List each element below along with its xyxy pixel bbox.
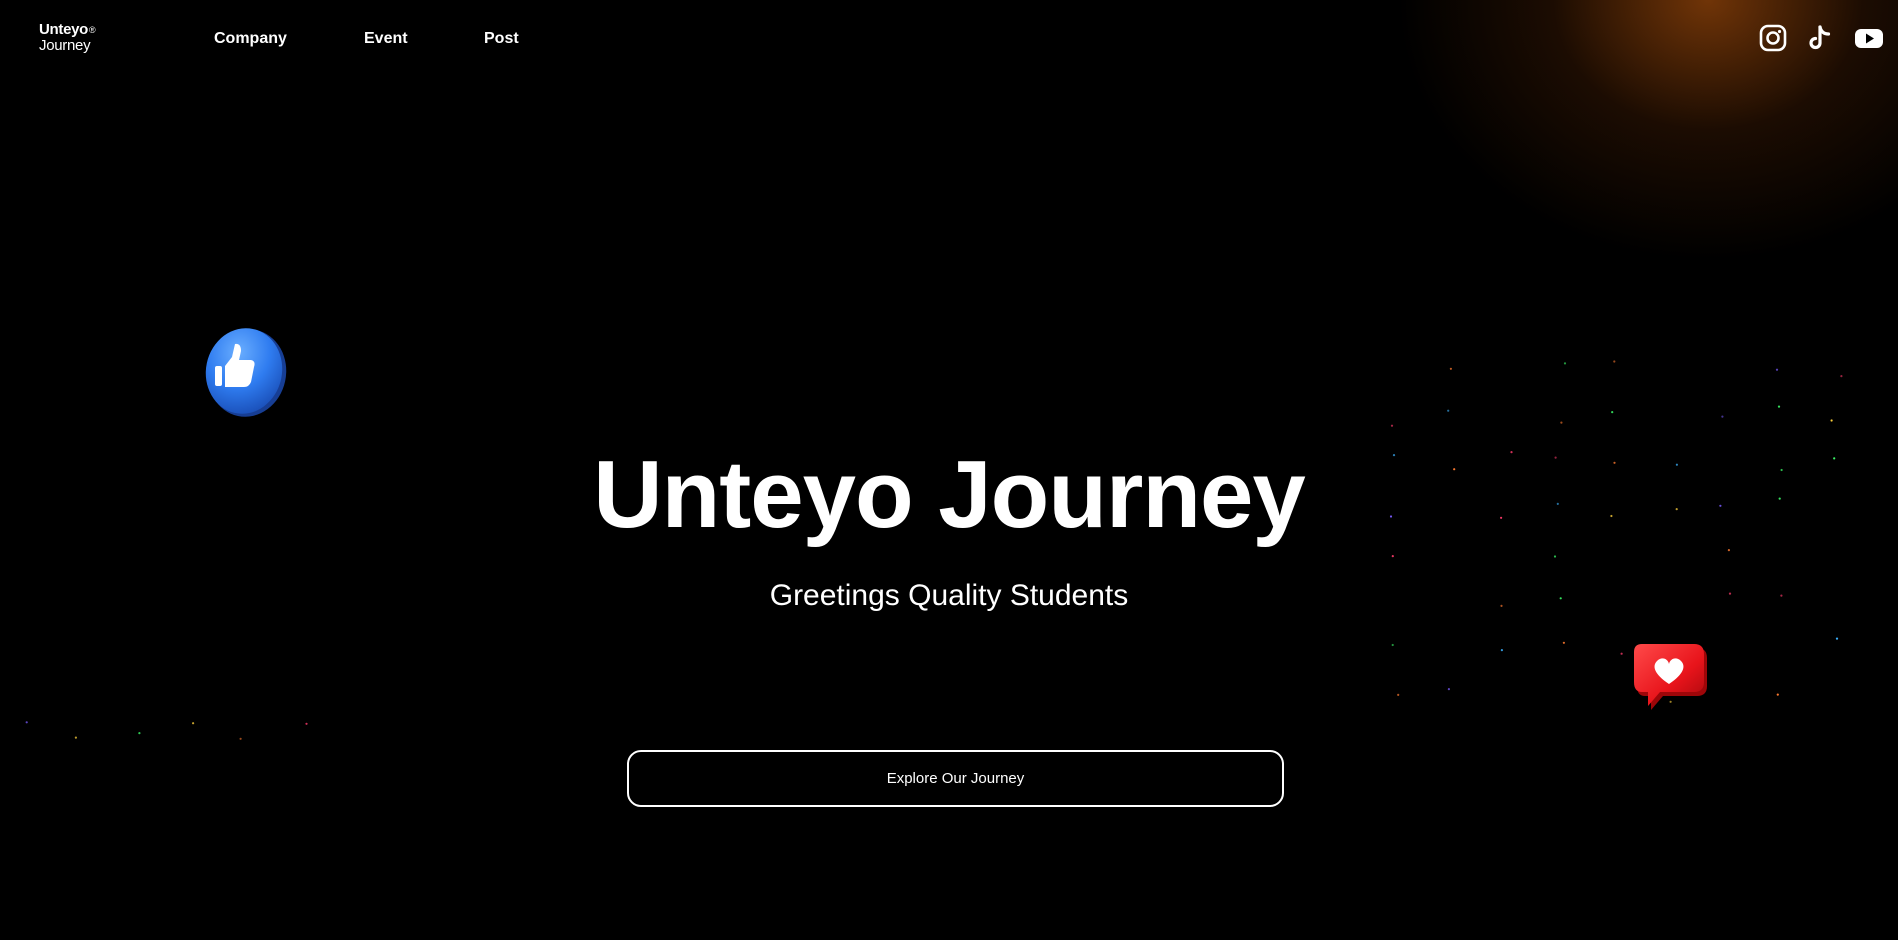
particle-dot [1775,368,1779,371]
particle-dot [192,722,195,725]
heart-icon [1624,640,1714,723]
particle-dot [74,736,77,739]
particle-dot [1620,652,1623,655]
instagram-icon[interactable] [1759,24,1787,52]
particle-dot [305,722,308,725]
particle-dot [1391,555,1394,558]
particle-dot [1560,421,1563,424]
nav-item-post[interactable]: Post [484,30,519,48]
particle-dot [1611,411,1614,414]
brand-line2: Journey [39,37,91,54]
brand-line1: Unteyo® [39,21,96,38]
hero-title: Unteyo Journey [593,441,1305,548]
particle-dot [1390,424,1394,427]
youtube-icon[interactable] [1854,24,1884,52]
particle-dot [1391,643,1394,647]
particle-dot [1721,415,1724,418]
page: Unteyo® Journey Company Event Post Untey… [0,0,1898,940]
particle-dot [1447,688,1450,691]
particle-dot [1553,555,1557,558]
particle-dot [1776,693,1779,696]
particle-dot [1613,360,1616,363]
particle-dot [239,737,242,740]
particle-dot [1397,693,1400,697]
particle-dot [25,721,28,724]
particle-dot [1777,405,1781,408]
nav-item-company[interactable]: Company [214,30,287,48]
particle-dot [1830,419,1833,422]
tiktok-icon[interactable] [1807,24,1833,52]
particle-dot [138,732,141,735]
particle-dot [1449,367,1452,370]
hero-subtitle: Greetings Quality Students [769,579,1129,612]
explore-journey-button[interactable]: Explore Our Journey [627,750,1284,807]
thumbs-up-icon [201,326,291,427]
brand-logo[interactable]: Unteyo® Journey [39,21,96,54]
particle-dot [1563,362,1567,365]
nav-item-event[interactable]: Event [364,30,408,48]
header: Unteyo® Journey Company Event Post [0,0,1898,80]
particle-dot [1447,409,1450,412]
particle-dot [1562,641,1565,644]
particle-dot [1835,637,1839,640]
brand-mark: ® [89,25,96,35]
particle-dot [1500,649,1503,652]
particle-dot [1840,375,1843,378]
